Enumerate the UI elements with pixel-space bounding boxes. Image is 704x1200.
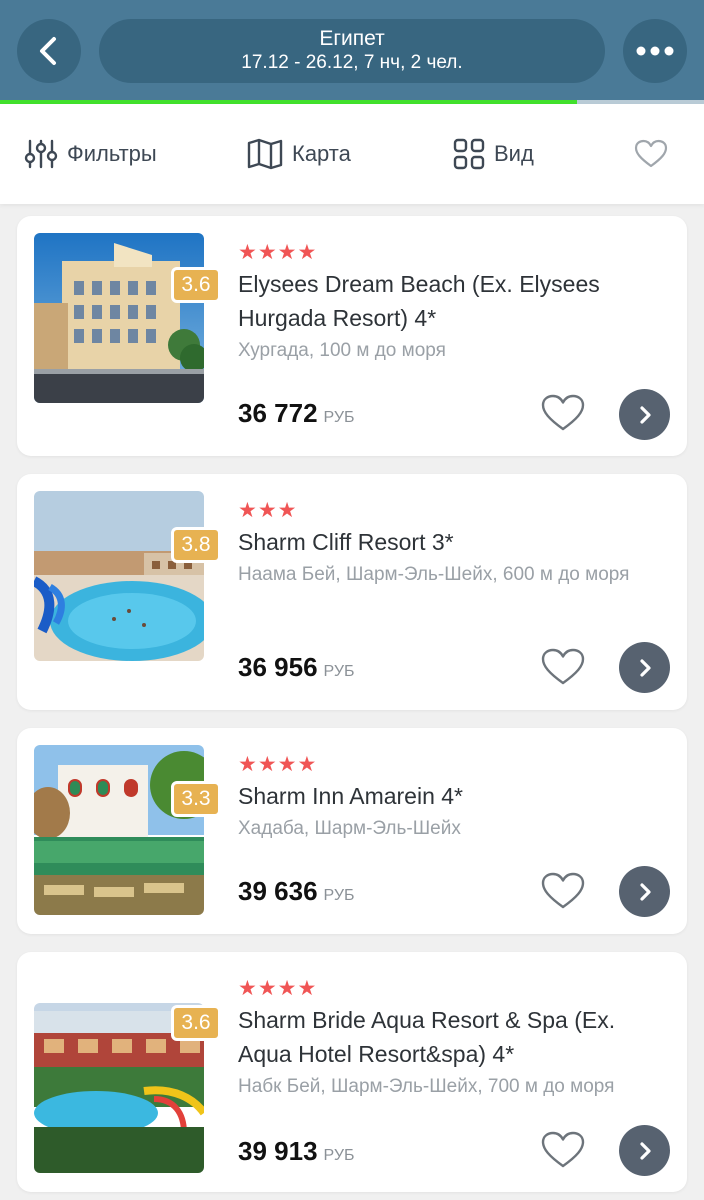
search-summary-button[interactable]: Египет 17.12 - 26.12, 7 нч, 2 чел. bbox=[99, 19, 605, 83]
heart-outline-icon bbox=[541, 394, 585, 431]
price-currency: РУБ bbox=[323, 887, 355, 904]
hotel-price: 36 956 РУБ bbox=[238, 652, 355, 683]
price-amount: 39 636 bbox=[238, 876, 318, 906]
heart-outline-icon bbox=[541, 872, 585, 909]
hotel-photo bbox=[34, 745, 204, 915]
hotel-photo bbox=[34, 491, 204, 661]
hotel-stars: ★★★★ bbox=[238, 241, 318, 264]
view-label: Вид bbox=[494, 141, 534, 166]
open-hotel-button[interactable] bbox=[619, 389, 670, 440]
open-hotel-button[interactable] bbox=[619, 1125, 670, 1176]
heart-outline-icon bbox=[541, 648, 585, 685]
hotel-photo bbox=[34, 233, 204, 403]
destination-title: Египет bbox=[319, 27, 385, 50]
grid-view-icon bbox=[453, 138, 485, 170]
chevron-right-icon bbox=[639, 882, 651, 901]
map-icon bbox=[247, 138, 283, 170]
add-to-favorites-button[interactable] bbox=[539, 391, 587, 435]
search-params: 17.12 - 26.12, 7 нч, 2 чел. bbox=[241, 52, 463, 73]
hotel-card[interactable]: 3.8 ★★★ Sharm Cliff Resort 3* Наама Бей,… bbox=[17, 474, 687, 710]
price-currency: РУБ bbox=[323, 1147, 355, 1164]
hotel-price: 36 772 РУБ bbox=[238, 398, 355, 429]
hotel-location: Набк Бей, Шарм-Эль-Шейх, 700 м до моря bbox=[238, 1076, 615, 1097]
add-to-favorites-button[interactable] bbox=[539, 645, 587, 689]
map-label: Карта bbox=[292, 141, 351, 166]
hotel-card[interactable]: 3.6 ★★★★ Sharm Bride Aqua Resort & Spa (… bbox=[17, 952, 687, 1192]
hotel-name[interactable]: Sharm Bride Aqua Resort & Spa (Ex. Aqua … bbox=[238, 1003, 658, 1071]
hotel-stars: ★★★★ bbox=[238, 753, 318, 776]
more-dots-icon bbox=[636, 46, 674, 56]
favorites-button[interactable] bbox=[634, 136, 677, 172]
open-hotel-button[interactable] bbox=[619, 866, 670, 917]
price-currency: РУБ bbox=[323, 663, 355, 680]
hotel-card[interactable]: 3.3 ★★★★ Sharm Inn Amarein 4* Хадаба, Ша… bbox=[17, 728, 687, 934]
rating-badge: 3.6 bbox=[171, 267, 221, 303]
add-to-favorites-button[interactable] bbox=[539, 869, 587, 913]
rating-badge: 3.6 bbox=[171, 1005, 221, 1041]
hotel-name[interactable]: Elysees Dream Beach (Ex. Elysees Hurgada… bbox=[238, 267, 658, 335]
hotel-stars: ★★★★ bbox=[238, 977, 318, 1000]
open-hotel-button[interactable] bbox=[619, 642, 670, 693]
rating-badge: 3.3 bbox=[171, 781, 221, 817]
hotel-location: Наама Бей, Шарм-Эль-Шейх, 600 м до моря bbox=[238, 564, 630, 585]
hotel-location: Хургада, 100 м до моря bbox=[238, 340, 446, 361]
chevron-right-icon bbox=[639, 1141, 651, 1160]
filters-button[interactable]: Фильтры bbox=[24, 136, 157, 172]
map-button[interactable]: Карта bbox=[247, 136, 351, 172]
top-bar: Египет 17.12 - 26.12, 7 нч, 2 чел. bbox=[0, 0, 704, 104]
hotel-price: 39 913 РУБ bbox=[238, 1136, 355, 1167]
hotel-location: Хадаба, Шарм-Эль-Шейх bbox=[238, 818, 461, 839]
rating-badge: 3.8 bbox=[171, 527, 221, 563]
price-amount: 36 772 bbox=[238, 398, 318, 428]
toolbar: Фильтры Карта Вид bbox=[0, 104, 704, 204]
hotel-name[interactable]: Sharm Cliff Resort 3* bbox=[238, 525, 658, 559]
chevron-right-icon bbox=[639, 658, 651, 677]
chevron-left-icon bbox=[40, 37, 56, 65]
add-to-favorites-button[interactable] bbox=[539, 1128, 587, 1172]
heart-outline-icon bbox=[541, 1131, 585, 1168]
chevron-right-icon bbox=[639, 405, 651, 424]
back-button[interactable] bbox=[17, 19, 81, 83]
hotel-price: 39 636 РУБ bbox=[238, 876, 355, 907]
hotel-card[interactable]: 3.6 ★★★★ Elysees Dream Beach (Ex. Elysee… bbox=[17, 216, 687, 456]
view-button[interactable]: Вид bbox=[453, 136, 534, 172]
filters-icon bbox=[24, 139, 58, 169]
price-currency: РУБ bbox=[323, 409, 355, 426]
price-amount: 36 956 bbox=[238, 652, 318, 682]
hotel-name[interactable]: Sharm Inn Amarein 4* bbox=[238, 779, 658, 813]
heart-outline-icon bbox=[634, 139, 668, 168]
more-button[interactable] bbox=[623, 19, 687, 83]
hotel-stars: ★★★ bbox=[238, 499, 298, 522]
filters-label: Фильтры bbox=[67, 141, 157, 166]
price-amount: 39 913 bbox=[238, 1136, 318, 1166]
